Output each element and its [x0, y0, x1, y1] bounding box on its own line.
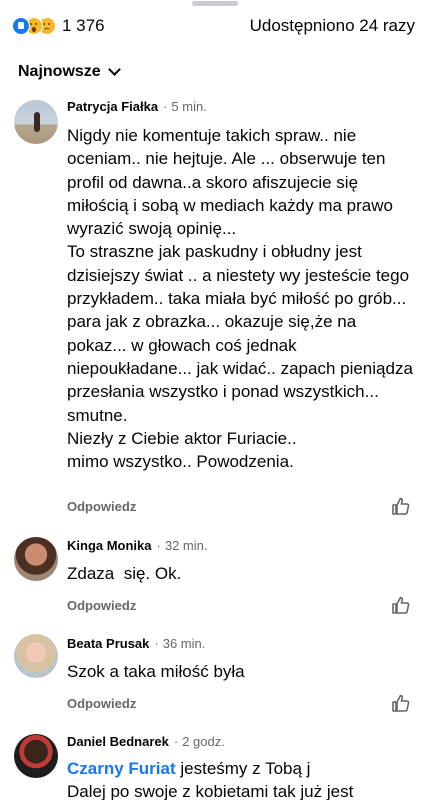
- reply-button[interactable]: Odpowiedz: [67, 499, 136, 514]
- reply-button[interactable]: Odpowiedz: [67, 598, 136, 613]
- comment-time[interactable]: 5 min.: [171, 99, 206, 114]
- shares-count[interactable]: Udostępniono 24 razy: [250, 16, 415, 36]
- sort-label: Najnowsze: [18, 63, 101, 80]
- avatar[interactable]: [14, 537, 58, 581]
- separator-dot: ·: [173, 734, 179, 749]
- comment-author[interactable]: Patrycja Fiałka: [67, 99, 158, 114]
- avatar[interactable]: [14, 734, 58, 778]
- comment-author[interactable]: Daniel Bednarek: [67, 734, 169, 749]
- comment-text: Zdaza się. Ok.: [67, 564, 182, 583]
- thumbs-up-icon[interactable]: [391, 595, 411, 615]
- comment-author[interactable]: Beata Prusak: [67, 636, 149, 651]
- avatar[interactable]: [14, 100, 58, 144]
- comment-time[interactable]: 32 min.: [165, 538, 208, 553]
- comment-time[interactable]: 2 godz.: [182, 734, 225, 749]
- comment-text: Nigdy nie komentuje takich spraw.. nie o…: [67, 126, 413, 472]
- separator-dot: ·: [156, 538, 161, 553]
- avatar[interactable]: [14, 634, 58, 678]
- comment: Daniel Bednarek · 2 godz. Czarny Furiat …: [0, 732, 429, 800]
- reply-button[interactable]: Odpowiedz: [67, 696, 136, 711]
- separator-dot: ·: [163, 99, 168, 114]
- mention-link[interactable]: Czarny Furiat: [67, 759, 176, 778]
- thumbs-up-icon[interactable]: [391, 693, 411, 713]
- comment-text: Szok a taka miłość była: [67, 662, 245, 681]
- thumbs-up-icon[interactable]: [391, 496, 411, 516]
- post-stats-bar: 1 376 Udostępniono 24 razy: [12, 14, 415, 38]
- sheet-grabber-handle[interactable]: [192, 1, 238, 6]
- chevron-down-icon: [107, 63, 121, 76]
- like-reaction-icon: [12, 17, 30, 35]
- reaction-count: 1 376: [62, 16, 105, 35]
- comment: Kinga Monika · 32 min. Zdaza się. Ok. Od…: [0, 537, 429, 627]
- comment-author[interactable]: Kinga Monika: [67, 538, 152, 553]
- comment-text: Czarny Furiat jesteśmy z Tobą j Dalej po…: [67, 757, 419, 800]
- reactions-summary[interactable]: 1 376: [12, 16, 105, 36]
- comment-time[interactable]: 36 min.: [163, 636, 206, 651]
- comment: Beata Prusak · 36 min. Szok a taka miłoś…: [0, 634, 429, 724]
- separator-dot: ·: [154, 636, 159, 651]
- sort-comments-dropdown[interactable]: Najnowsze: [18, 63, 121, 81]
- comment: Patrycja Fiałka · 5 min. Nigdy nie komen…: [0, 97, 429, 527]
